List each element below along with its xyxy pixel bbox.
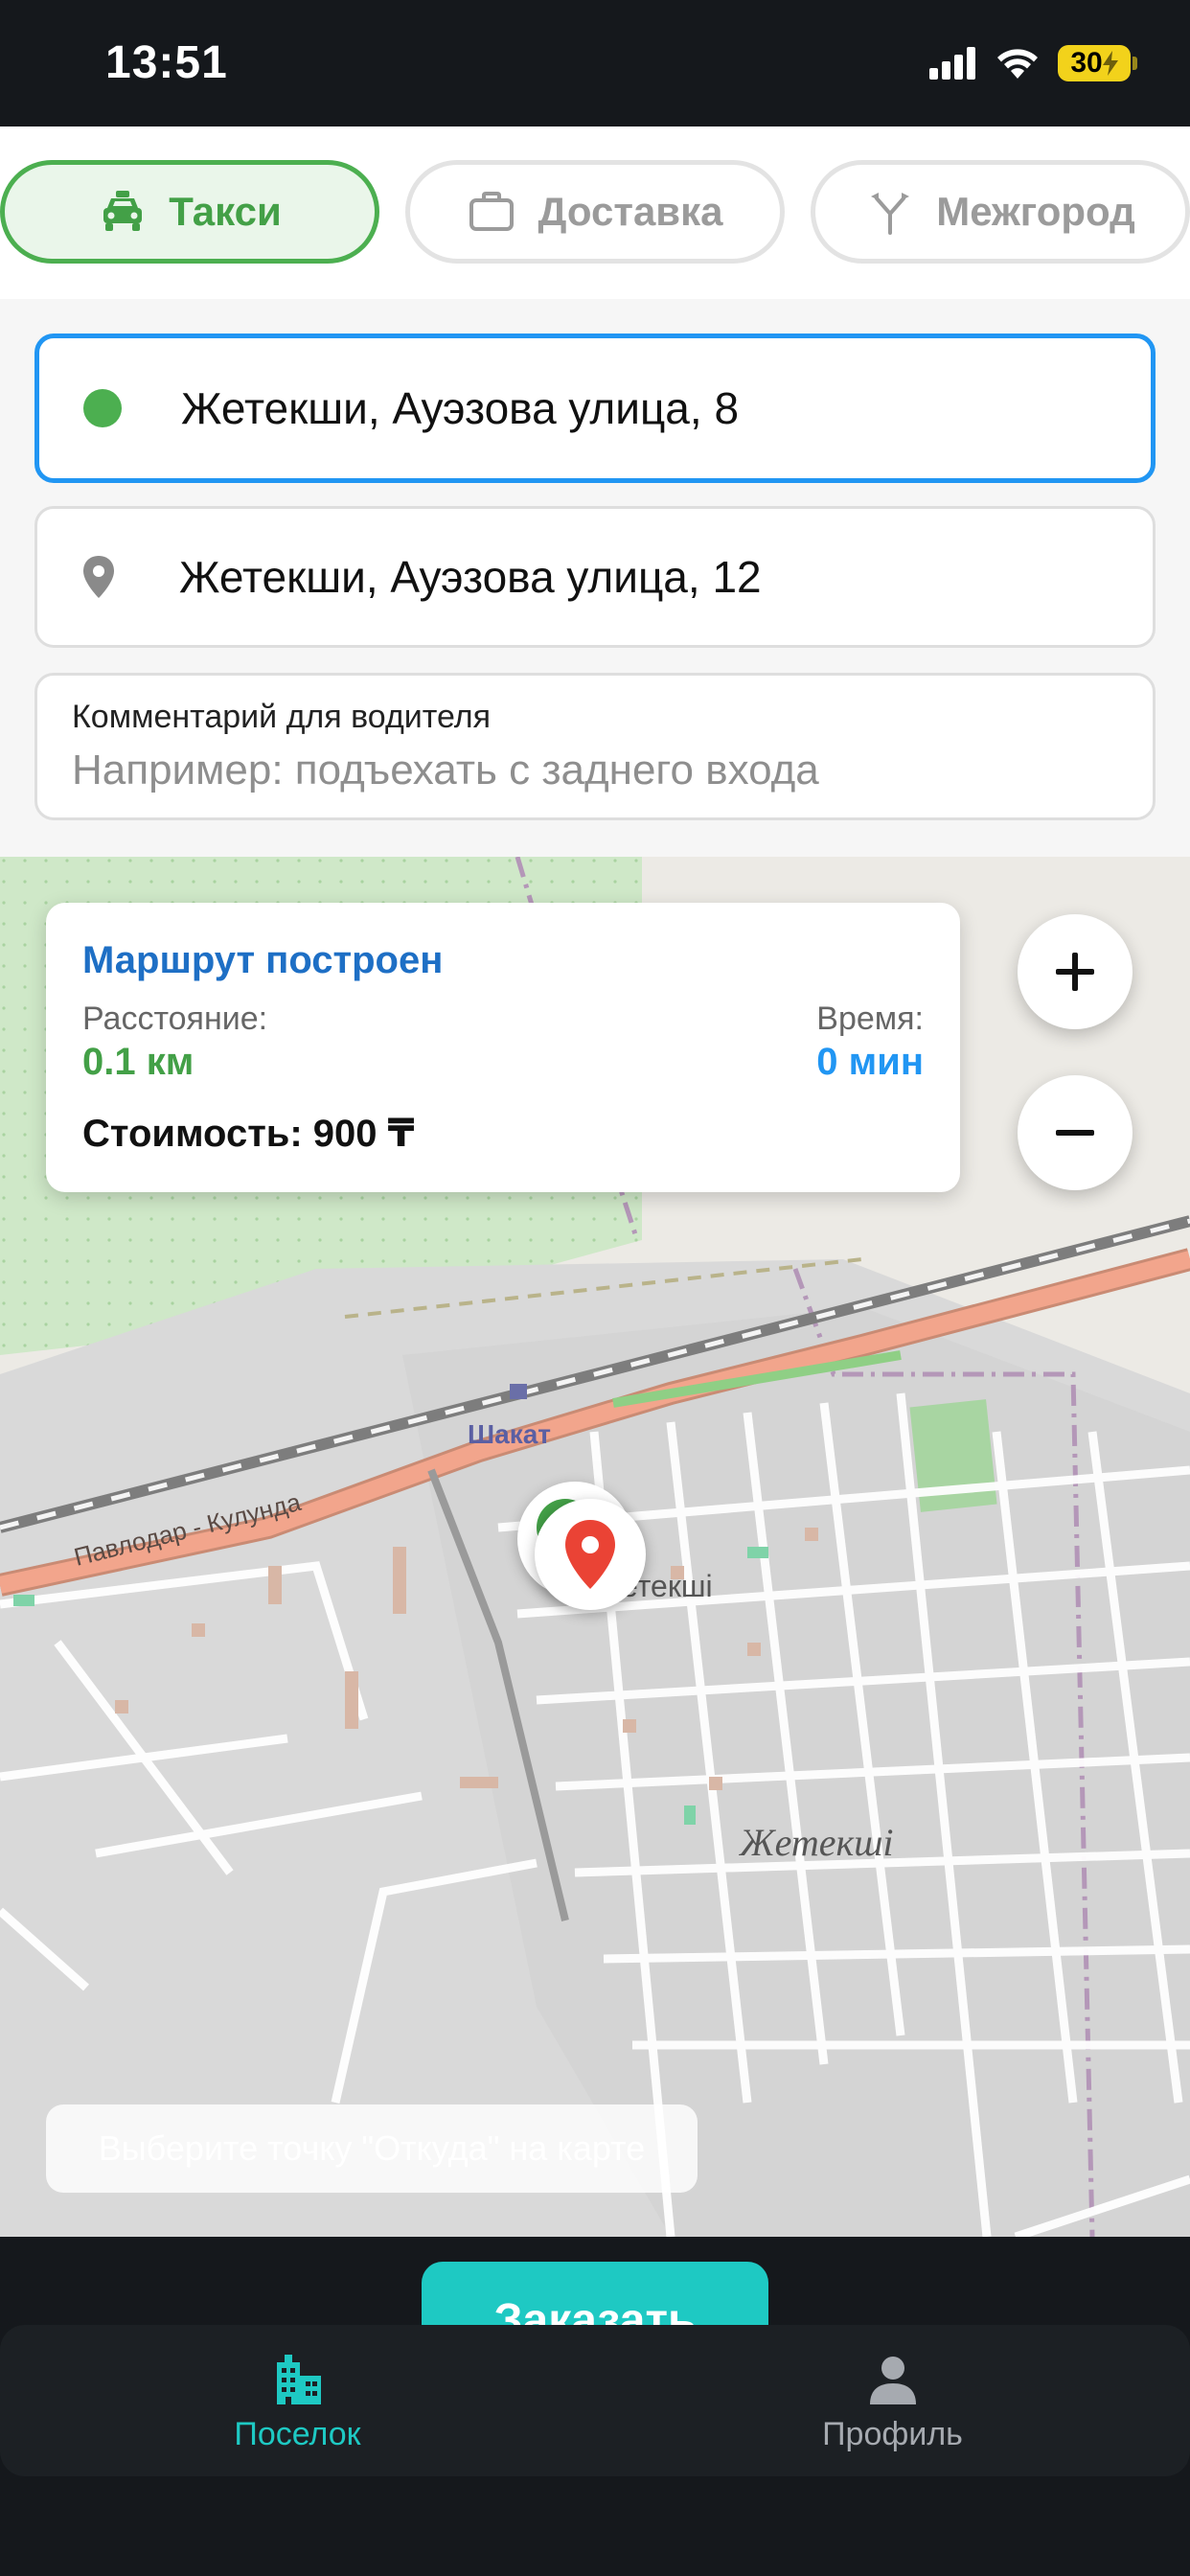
battery-indicator: 30 (1058, 45, 1137, 81)
status-bar: 13:51 30 (0, 0, 1190, 126)
from-address-field[interactable]: Жетекши, Ауэзова улица, 8 (34, 334, 1156, 483)
service-tabs: Такси Доставка Межгород (0, 126, 1190, 299)
nav-item-village[interactable]: Поселок (0, 2325, 595, 2476)
location-pin-icon (83, 556, 114, 598)
map-label-village: Жетекші (738, 1821, 894, 1864)
route-title: Маршрут построен (82, 939, 444, 981)
from-address-value: Жетекши, Ауэзова улица, 8 (181, 383, 740, 433)
driver-comment-field[interactable]: Комментарий для водителя (34, 673, 1156, 820)
status-time: 13:51 (105, 37, 228, 88)
nav-item-profile[interactable]: Профиль (595, 2325, 1190, 2476)
time-value: 0 мин (816, 1041, 924, 1083)
zoom-in-button[interactable] (1018, 914, 1133, 1029)
person-icon (869, 2356, 916, 2404)
cellular-signal-icon (929, 47, 975, 80)
charging-bolt-icon (1102, 51, 1118, 76)
to-address-value: Жетекши, Ауэзова улица, 12 (179, 552, 762, 602)
tab-intercity[interactable]: Межгород (811, 160, 1190, 264)
minus-icon (1056, 1130, 1094, 1136)
briefcase-icon (469, 192, 515, 231)
tab-label: Межгород (936, 189, 1135, 234)
map-label-station: Шакат (468, 1419, 551, 1449)
destination-marker[interactable] (535, 1499, 646, 1610)
distance-label: Расстояние: (82, 1000, 268, 1037)
tab-label: Такси (169, 189, 282, 234)
zoom-out-button[interactable] (1018, 1075, 1133, 1190)
nav-label-village: Поселок (234, 2415, 361, 2452)
tab-label: Доставка (538, 189, 723, 234)
battery-level: 30 (1070, 47, 1103, 79)
route-split-icon (871, 193, 910, 235)
red-pin-icon (565, 1520, 615, 1589)
map-hint: Выберите точку "Откуда" на карте (46, 2104, 698, 2193)
map-view[interactable]: Шакат Павлодар - Кулунда етекші Жетекші … (0, 857, 1190, 2237)
route-form: Жетекши, Ауэзова улица, 8 Жетекши, Ауэзо… (0, 299, 1190, 857)
taxi-icon (103, 191, 143, 231)
tab-taxi[interactable]: Такси (0, 160, 379, 264)
comment-input[interactable] (72, 747, 1116, 794)
status-icons: 30 (929, 42, 1137, 84)
tab-delivery[interactable]: Доставка (405, 160, 785, 264)
bottom-nav: Поселок Профиль (0, 2325, 1190, 2476)
time-label: Время: (816, 1000, 924, 1037)
route-info-card: Маршрут построен Расстояние: 0.1 км Врем… (46, 903, 960, 1192)
wifi-icon (997, 49, 1038, 79)
to-address-field[interactable]: Жетекши, Ауэзова улица, 12 (34, 506, 1156, 648)
plus-icon (1056, 953, 1094, 991)
route-cost: Стоимость: 900 ₸ (82, 1113, 415, 1155)
map-hint-text: Выберите точку "Откуда" на карте (98, 2128, 646, 2168)
origin-dot-icon (83, 389, 122, 427)
distance-value: 0.1 км (82, 1041, 195, 1083)
comment-label: Комментарий для водителя (72, 699, 492, 735)
nav-label-profile: Профиль (822, 2415, 963, 2452)
buildings-icon (276, 2354, 321, 2404)
